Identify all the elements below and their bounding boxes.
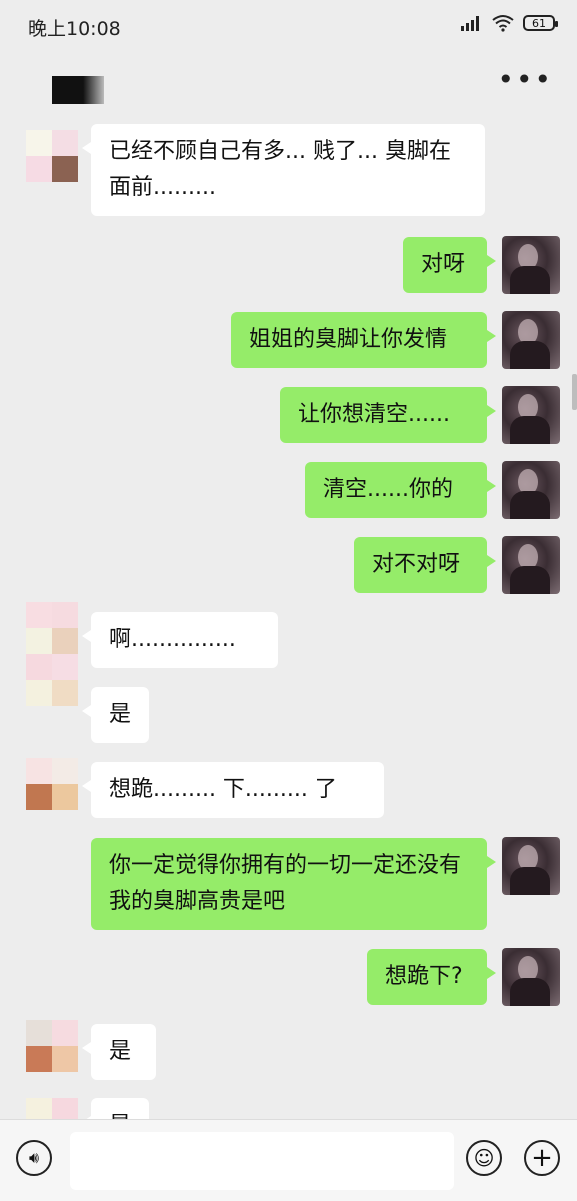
emoji-icon[interactable]: ☺: [466, 1140, 502, 1176]
outgoing-message[interactable]: 你一定觉得你拥有的一切一定还没有我的臭脚高贵是吧: [91, 838, 496, 930]
status-icons: 61: [461, 14, 558, 32]
outgoing-message[interactable]: 让你想清空......: [280, 387, 496, 443]
contact-name-redacted: [52, 76, 104, 104]
voice-icon[interactable]: 🔊︎: [16, 1140, 52, 1176]
my-avatar[interactable]: [502, 461, 560, 519]
incoming-message[interactable]: 是: [82, 687, 149, 743]
my-avatar[interactable]: [502, 948, 560, 1006]
outgoing-message[interactable]: 对呀: [403, 237, 496, 293]
chat-title-bar: •••: [0, 52, 577, 116]
status-bar: 晚上10:08 61: [0, 0, 577, 52]
more-dots-icon[interactable]: •••: [497, 66, 553, 94]
incoming-message[interactable]: 已经不顾自己有多... 贱了... 臭脚在面前.........: [82, 124, 485, 216]
message-input[interactable]: [70, 1132, 454, 1190]
incoming-message[interactable]: 是: [82, 1024, 156, 1080]
plus-icon[interactable]: +: [524, 1140, 560, 1176]
battery-indicator: 61: [523, 15, 558, 31]
my-avatar[interactable]: [502, 311, 560, 369]
input-bar: 🔊︎ ☺ +: [0, 1119, 577, 1201]
my-avatar[interactable]: [502, 236, 560, 294]
outgoing-message[interactable]: 对不对呀: [354, 537, 496, 593]
wifi-icon: [492, 15, 514, 32]
contact-avatar[interactable]: [26, 1020, 78, 1072]
outgoing-message[interactable]: 想跪下?: [367, 949, 496, 1005]
incoming-message[interactable]: 啊...............: [82, 612, 278, 668]
contact-avatar[interactable]: [26, 1098, 78, 1119]
contact-avatar[interactable]: [26, 758, 78, 810]
my-avatar[interactable]: [502, 536, 560, 594]
incoming-message[interactable]: 是: [82, 1098, 149, 1119]
status-time: 晚上10:08: [28, 18, 121, 40]
contact-avatar[interactable]: [26, 130, 78, 182]
scroll-indicator[interactable]: [572, 374, 577, 410]
my-avatar[interactable]: [502, 837, 560, 895]
my-avatar[interactable]: [502, 386, 560, 444]
outgoing-message[interactable]: 姐姐的臭脚让你发情: [231, 312, 496, 368]
incoming-message[interactable]: 想跪......... 下......... 了: [82, 762, 384, 818]
signal-icon: [461, 16, 479, 31]
contact-avatar[interactable]: [26, 602, 78, 654]
outgoing-message[interactable]: 清空......你的: [305, 462, 496, 518]
contact-avatar[interactable]: [26, 654, 78, 706]
message-list[interactable]: 已经不顾自己有多... 贱了... 臭脚在面前......... 对呀 姐姐的臭…: [0, 116, 577, 1119]
